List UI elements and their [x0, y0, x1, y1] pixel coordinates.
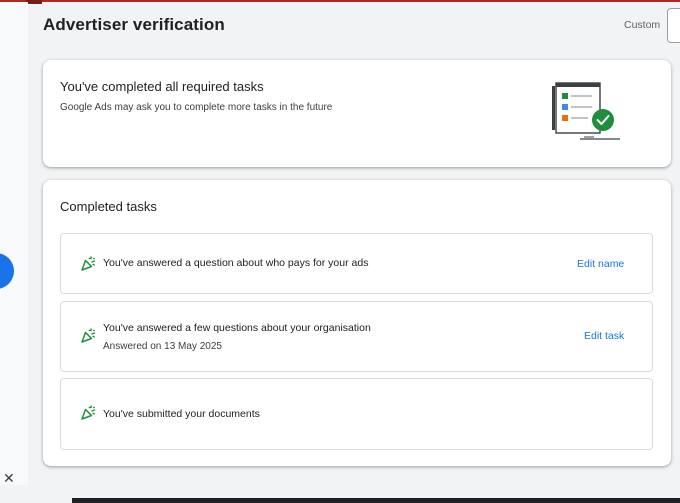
summary-card: You've completed all required tasks Goog… [43, 60, 671, 167]
page-title: Advertiser verification [43, 15, 225, 34]
close-icon[interactable]: ✕ [3, 470, 15, 486]
task-row: You've answered a question about who pay… [60, 233, 653, 294]
left-side-panel [0, 2, 28, 485]
task-answered-date: Answered on 13 May 2025 [103, 341, 222, 352]
bottom-bar [0, 486, 680, 503]
summary-subtitle: Google Ads may ask you to complete more … [60, 102, 333, 113]
top-accent-notch [26, 0, 42, 4]
task-text: You've answered a few questions about yo… [103, 322, 371, 334]
custom-label: Custom [624, 19, 661, 31]
custom-select[interactable] [667, 8, 680, 43]
celebration-icon [81, 405, 96, 420]
completed-tasks-card: Completed tasks You've answered a questi… [43, 180, 671, 466]
completed-tasks-title: Completed tasks [60, 199, 157, 214]
top-accent-bar [0, 0, 680, 4]
task-text: You've submitted your documents [103, 408, 260, 420]
task-text: You've answered a question about who pay… [103, 257, 369, 269]
celebration-icon [81, 256, 96, 271]
task-row: You've answered a few questions about yo… [60, 301, 653, 372]
edit-name-link[interactable]: Edit name [577, 258, 624, 270]
summary-title: You've completed all required tasks [60, 79, 264, 94]
edit-task-link[interactable]: Edit task [584, 330, 624, 342]
bottom-dark-strip [72, 498, 680, 503]
celebration-icon [81, 328, 96, 343]
task-row: You've submitted your documents [60, 378, 653, 450]
checklist-complete-illustration [552, 82, 620, 140]
